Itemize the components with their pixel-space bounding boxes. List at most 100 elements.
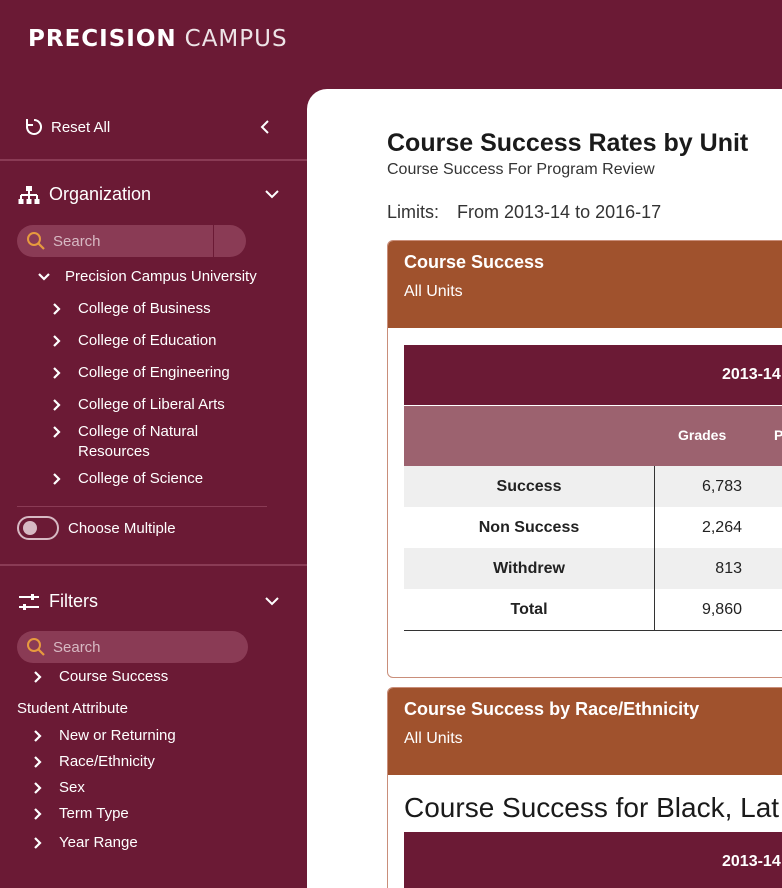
- chevron-right-icon: [53, 335, 61, 347]
- organization-title: Organization: [49, 184, 152, 204]
- course-success-table: 2013-14 Grades P Success 6,783 Non Succe…: [404, 345, 782, 631]
- table-year-header: 2013-14: [404, 345, 782, 405]
- tree-item-label: College of Education: [78, 332, 217, 349]
- section-heading: Course Success for Black, Lat: [404, 792, 780, 823]
- tree-item-precision-campus-university[interactable]: Precision Campus University: [37, 267, 257, 287]
- grades-column-header: Grades: [678, 427, 727, 443]
- filter-item-race-ethnicity[interactable]: Race/Ethnicity: [31, 752, 155, 772]
- student-attribute-label: Student Attribute: [17, 700, 128, 717]
- tree-item-label: Precision Campus University: [65, 268, 257, 285]
- panel-title: Course Success: [404, 252, 545, 272]
- filter-item-term-type[interactable]: Term Type: [31, 804, 129, 824]
- tree-item-label: College of Engineering: [78, 364, 230, 381]
- divider: [17, 506, 267, 507]
- filters-section-header[interactable]: Filters: [0, 586, 307, 616]
- row-value: 2,264: [701, 519, 742, 536]
- organization-section-header[interactable]: Organization: [0, 179, 307, 209]
- table-row: Total 9,860: [404, 589, 782, 631]
- organization-search-placeholder: Search: [53, 233, 101, 250]
- search-icon: [27, 232, 45, 250]
- filter-item-course-success[interactable]: Course Success: [31, 667, 168, 687]
- year-label: 2013-14: [722, 366, 781, 383]
- row-label: Total: [404, 589, 655, 630]
- tree-item-college-of-liberal-arts[interactable]: College of Liberal Arts: [50, 395, 225, 415]
- section-divider: [0, 564, 307, 566]
- filter-item-sex[interactable]: Sex: [31, 778, 85, 798]
- row-label: Withdrew: [404, 548, 655, 589]
- filter-item-year-range[interactable]: Year Range: [31, 833, 138, 853]
- filter-item-label: Sex: [59, 779, 85, 796]
- tree-item-label: College of Liberal Arts: [78, 396, 225, 413]
- tree-item-college-of-education[interactable]: College of Education: [50, 331, 216, 351]
- reset-icon: [26, 118, 43, 135]
- limits-value: From 2013-14 to 2016-17: [457, 202, 662, 222]
- table-column-header: Grades P: [404, 406, 782, 466]
- hierarchy-icon: [18, 186, 40, 204]
- limits-line: Limits: From 2013-14 to 2016-17: [387, 202, 661, 223]
- course-success-panel: Course Success All Units 2013-14 Grades …: [387, 240, 782, 678]
- tree-item-college-of-natural-resources[interactable]: College of Natural Resources: [50, 422, 225, 462]
- row-label: Success: [404, 466, 655, 507]
- filter-item-new-or-returning[interactable]: New or Returning: [31, 726, 176, 746]
- tree-item-college-of-engineering[interactable]: College of Engineering: [50, 363, 230, 383]
- filters-search-placeholder: Search: [53, 639, 101, 656]
- tree-item-college-of-science[interactable]: College of Science: [50, 469, 203, 489]
- row-value: 9,860: [701, 601, 742, 618]
- chevron-right-icon: [34, 671, 42, 683]
- race-ethnicity-panel: Course Success by Race/Ethnicity All Uni…: [387, 687, 782, 888]
- choose-multiple-toggle[interactable]: Choose Multiple: [17, 516, 176, 540]
- chevron-down-icon: [38, 273, 50, 281]
- main-content: Course Success Rates by Unit Course Succ…: [307, 89, 782, 888]
- chevron-right-icon: [34, 756, 42, 768]
- search-divider: [213, 225, 214, 257]
- reset-all-label: Reset All: [51, 118, 111, 136]
- table-row: Withdrew 813: [404, 548, 782, 589]
- filters-search-input[interactable]: Search: [17, 631, 248, 663]
- panel-subtitle: All Units: [404, 283, 463, 300]
- collapse-sidebar-icon[interactable]: [256, 117, 274, 137]
- table-row: Success 6,783: [404, 466, 782, 507]
- chevron-right-icon: [53, 367, 61, 379]
- choose-multiple-label: Choose Multiple: [68, 519, 176, 537]
- chevron-right-icon: [53, 399, 61, 411]
- limits-label: Limits:: [387, 202, 440, 222]
- filter-item-label: Course Success: [59, 668, 169, 685]
- tree-item-label: College of Natural Resources: [78, 423, 199, 460]
- chevron-right-icon: [34, 837, 42, 849]
- logo: PRECISION CAMPUS: [28, 22, 288, 56]
- year-label: 2013-14: [722, 853, 781, 870]
- sidebar: Reset All Organization Search Precision …: [0, 89, 307, 888]
- logo-bold-text: PRECISION: [28, 26, 177, 52]
- filter-item-label: Year Range: [59, 834, 138, 851]
- panel-subtitle: All Units: [404, 730, 463, 747]
- chevron-down-icon: [265, 190, 279, 199]
- filter-item-label: Race/Ethnicity: [59, 753, 155, 770]
- row-label: Non Success: [404, 507, 655, 548]
- logo-light-text: CAMPUS: [184, 26, 288, 52]
- reset-all-button[interactable]: Reset All: [24, 117, 110, 137]
- chevron-right-icon: [53, 426, 61, 438]
- toggle-switch[interactable]: [17, 516, 59, 540]
- organization-search-input[interactable]: Search: [17, 225, 246, 257]
- toggle-knob: [23, 521, 37, 535]
- chevron-right-icon: [34, 782, 42, 794]
- chevron-right-icon: [53, 303, 61, 315]
- panel-title: Course Success by Race/Ethnicity: [404, 699, 700, 719]
- filter-item-label: New or Returning: [59, 727, 176, 744]
- chevron-right-icon: [34, 808, 42, 820]
- race-ethnicity-table: 2013-14: [404, 832, 782, 888]
- tree-item-label: College of Business: [78, 300, 211, 317]
- tree-item-label: College of Science: [78, 470, 204, 487]
- panel-header: Course Success by Race/Ethnicity All Uni…: [388, 688, 782, 775]
- page-subtitle: Course Success For Program Review: [387, 161, 655, 178]
- tree-item-college-of-business[interactable]: College of Business: [50, 299, 211, 319]
- row-value: 6,783: [701, 478, 742, 495]
- panel-header: Course Success All Units: [388, 241, 782, 328]
- filters-title: Filters: [49, 591, 98, 611]
- percent-column-header: P: [774, 427, 782, 443]
- chevron-right-icon: [34, 730, 42, 742]
- search-icon: [27, 638, 45, 656]
- reset-row: Reset All: [0, 89, 307, 161]
- row-value: 813: [715, 560, 742, 577]
- table-year-header: 2013-14: [404, 832, 782, 888]
